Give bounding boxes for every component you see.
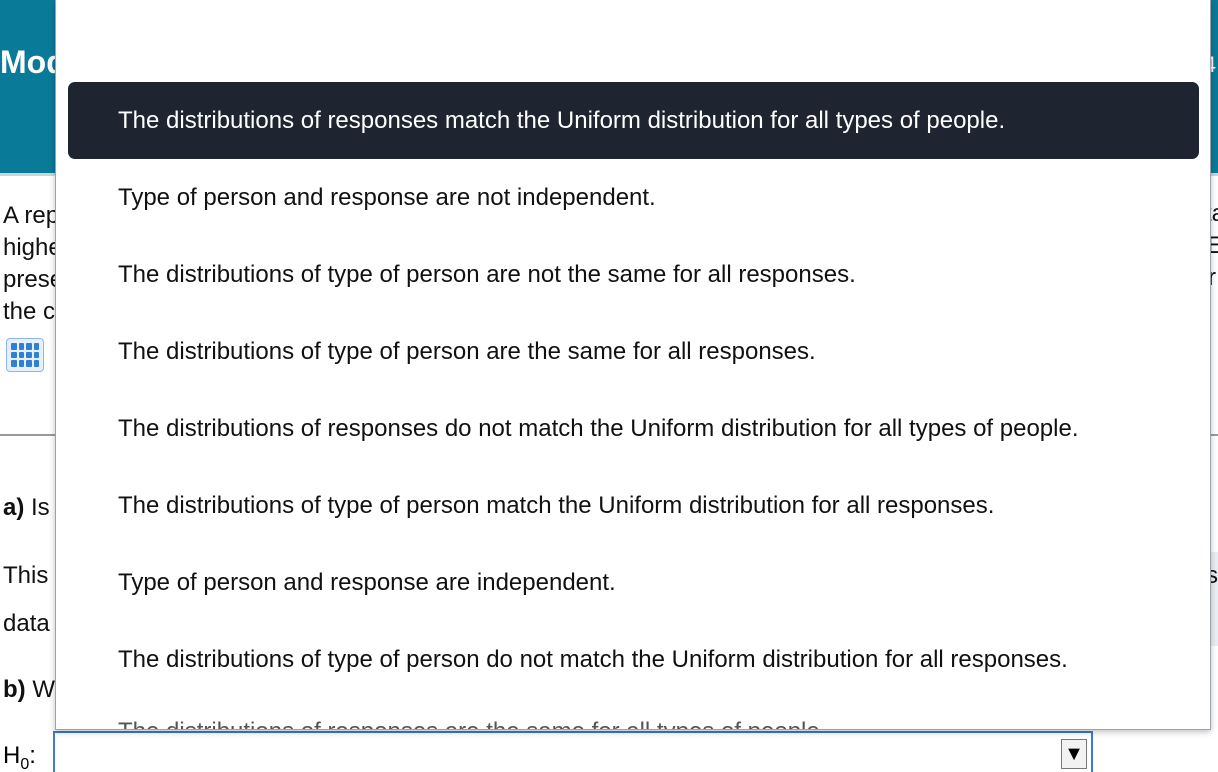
hypothesis-options-dropdown[interactable]: The distributions of responses match the… bbox=[55, 0, 1211, 730]
dropdown-option[interactable]: Type of person and response are not inde… bbox=[68, 159, 1199, 236]
null-hypothesis-select[interactable]: ▼ bbox=[53, 731, 1093, 772]
part-b-question: b) W bbox=[3, 676, 55, 704]
part-a-question: a) Is bbox=[3, 494, 50, 522]
part-a-label: a) bbox=[3, 494, 25, 521]
dropdown-arrow-icon[interactable]: ▼ bbox=[1061, 739, 1087, 769]
part-b-label: b) bbox=[3, 676, 26, 703]
dropdown-option-selected[interactable]: The distributions of responses match the… bbox=[68, 82, 1199, 159]
dropdown-option[interactable]: The distributions of type of person are … bbox=[68, 236, 1199, 313]
dropdown-option[interactable]: Type of person and response are independ… bbox=[68, 544, 1199, 621]
dropdown-option-partial[interactable]: The distributions of responses are the s… bbox=[68, 708, 1199, 729]
null-hypothesis-label: H0: bbox=[3, 742, 36, 772]
dropdown-option[interactable]: The distributions of type of person matc… bbox=[68, 467, 1199, 544]
dropdown-option[interactable]: The distributions of type of person do n… bbox=[68, 621, 1199, 698]
dropdown-option[interactable]: The distributions of type of person are … bbox=[68, 313, 1199, 390]
part-a-answer-text: This bbox=[3, 562, 49, 589]
part-b-text: W bbox=[32, 676, 55, 703]
dropdown-option[interactable]: The distributions of responses do not ma… bbox=[68, 390, 1199, 467]
data-table-icon[interactable] bbox=[6, 338, 44, 372]
part-a-text: Is bbox=[31, 494, 50, 521]
part-a-answer-text-2: data bbox=[3, 610, 50, 637]
